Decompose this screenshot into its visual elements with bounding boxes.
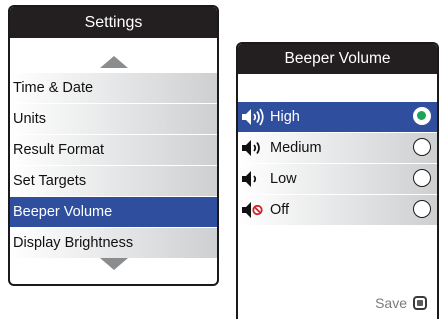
triangle-up-icon — [99, 56, 128, 68]
menu-item-label: Result Format — [13, 142, 105, 158]
menu-item-units[interactable]: Units — [10, 104, 217, 134]
volume-option-off[interactable]: Off — [238, 195, 437, 225]
beeper-volume-title: Beeper Volume — [238, 44, 437, 74]
volume-option-medium[interactable]: Medium — [238, 133, 437, 163]
settings-panel: Settings Time & Date Units Result Format… — [8, 5, 219, 286]
speaker-high-icon — [241, 108, 267, 126]
volume-option-label: Off — [270, 202, 290, 218]
beeper-volume-panel: Beeper Volume High Medium Low Off Save — [236, 42, 439, 319]
volume-option-label: High — [270, 109, 300, 125]
volume-option-label: Low — [270, 171, 297, 187]
menu-item-display-brightness[interactable]: Display Brightness — [10, 228, 217, 258]
save-label: Save — [375, 295, 407, 311]
scroll-down-button[interactable] — [10, 258, 217, 270]
scroll-up-button[interactable] — [10, 38, 217, 68]
volume-options: High Medium Low Off — [238, 102, 437, 226]
speaker-low-icon — [241, 170, 267, 188]
volume-option-low[interactable]: Low — [238, 164, 437, 194]
radio-unselected[interactable] — [413, 138, 431, 156]
menu-item-label: Beeper Volume — [13, 204, 113, 220]
save-button-icon — [413, 296, 427, 310]
menu-item-time-date[interactable]: Time & Date — [10, 73, 217, 103]
menu-item-label: Display Brightness — [13, 235, 134, 251]
volume-option-high[interactable]: High — [238, 102, 437, 132]
radio-unselected[interactable] — [413, 169, 431, 187]
menu-item-result-format[interactable]: Result Format — [10, 135, 217, 165]
speaker-off-icon — [241, 201, 267, 219]
save-button[interactable]: Save — [375, 295, 427, 311]
volume-option-label: Medium — [270, 140, 322, 156]
menu-item-beeper-volume[interactable]: Beeper Volume — [10, 197, 217, 227]
settings-menu: Time & Date Units Result Format Set Targ… — [10, 73, 217, 259]
speaker-medium-icon — [241, 139, 267, 157]
menu-item-set-targets[interactable]: Set Targets — [10, 166, 217, 196]
radio-selected[interactable] — [413, 107, 431, 125]
settings-title: Settings — [10, 7, 217, 38]
menu-item-label: Time & Date — [13, 80, 94, 96]
menu-item-label: Units — [13, 111, 47, 127]
menu-item-label: Set Targets — [13, 173, 87, 189]
radio-unselected[interactable] — [413, 200, 431, 218]
screen: Settings Time & Date Units Result Format… — [0, 0, 444, 319]
triangle-down-icon — [99, 258, 128, 270]
